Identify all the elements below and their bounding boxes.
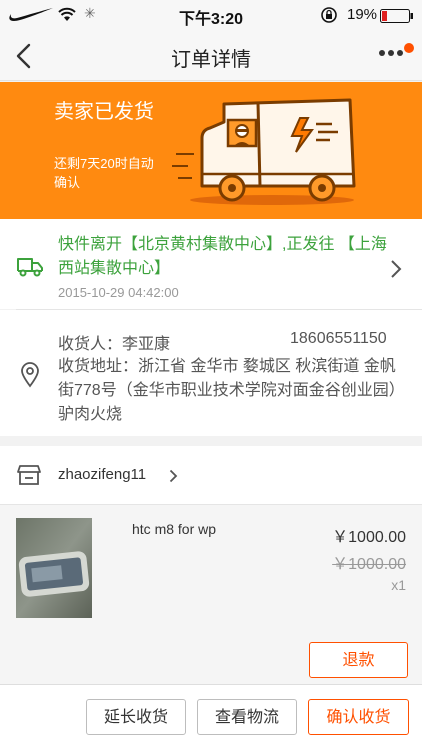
product-thumbnail [16,518,92,618]
receiver-address: 收货地址：浙江省 金华市 婺城区 秋滨街道 金帆街778号（金华市职业技术学院对… [58,358,405,423]
bottom-action-bar: 延长收货 查看物流 确认收货 [0,684,422,751]
battery-percent: 19% [347,6,378,23]
shop-icon [17,465,41,485]
location-pin-icon [21,362,39,388]
rotation-lock-icon [321,7,337,23]
product-original-price: ￥1000.00 [332,556,406,573]
receiver-address-card: 收货人：李亚康 18606551150 收货地址：浙江省 金华市 婺城区 秋滨街… [0,310,422,436]
notification-dot [404,43,414,53]
status-bar: ✳ 下午3:20 19% [0,0,422,30]
seller-name: zhaozifeng11 [58,466,147,483]
truck-icon [17,258,43,277]
confirm-receipt-button[interactable]: 确认收货 [308,699,409,735]
nav-bar: 订单详情 [0,30,422,81]
delivery-truck-illustration [172,98,356,205]
extend-receipt-button[interactable]: 延长收货 [86,699,186,735]
product-quantity: x1 [391,577,406,593]
product-price: ￥1000.00 [332,529,406,546]
product-name: htc m8 for wp [132,521,217,537]
refund-area: 退款 [0,630,422,684]
order-status-subtitle: 还剩7天20时自动确认 [54,156,154,190]
view-logistics-button[interactable]: 查看物流 [197,699,297,735]
refund-button[interactable]: 退款 [309,642,408,678]
more-icon[interactable] [378,49,406,57]
logistics-status-text: 快件离开【北京黄村集散中心】,正发往 【上海西站集散中心】 [58,236,387,277]
seller-row[interactable]: zhaozifeng11 [0,446,422,505]
page-title: 订单详情 [171,49,251,71]
chevron-right-icon [391,260,402,278]
battery-icon [380,9,413,23]
logistics-time: 2015-10-29 04:42:00 [58,285,179,300]
chevron-right-icon [169,469,178,483]
receiver-name: 收货人：李亚康 [58,336,171,353]
receiver-phone: 18606551150 [290,330,387,347]
logistics-card[interactable]: 快件离开【北京黄村集散中心】,正发往 【上海西站集散中心】 2015-10-29… [0,219,422,309]
order-status-title: 卖家已发货 [54,101,154,123]
order-status-banner: 卖家已发货 还剩7天20时自动确认 [0,82,422,219]
product-item[interactable]: htc m8 for wp ￥1000.00 ￥1000.00 x1 [0,505,422,630]
